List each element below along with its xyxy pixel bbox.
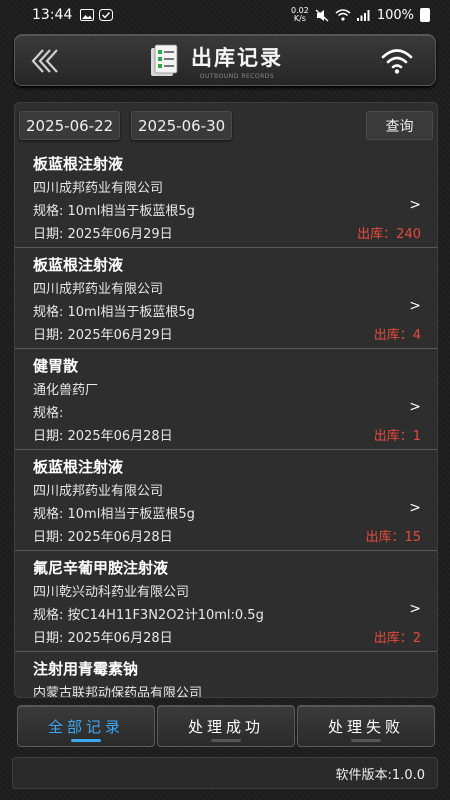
record-name: 氟尼辛葡甲胺注射液	[33, 559, 169, 577]
chevron-right-icon: >	[409, 601, 421, 617]
tab-failed[interactable]: 处理失败	[297, 705, 435, 747]
record-item[interactable]: 板蓝根注射液 四川成邦药业有限公司 规格: 10ml相当于板蓝根5g > 日期:…	[15, 450, 437, 551]
battery-icon	[420, 8, 430, 22]
record-item[interactable]: 板蓝根注射液 四川成邦药业有限公司 规格: 10ml相当于板蓝根5g > 日期:…	[15, 147, 437, 248]
record-company: 四川成邦药业有限公司	[33, 181, 164, 196]
page-title: 出库记录	[191, 46, 283, 70]
status-right: 0.02 K/s 100%	[291, 7, 430, 23]
records-panel: 2025-06-22 2025-06-30 查询 板蓝根注射液 四川成邦药业有限…	[14, 102, 438, 698]
tab-indicator	[351, 739, 381, 742]
tab-active-indicator	[71, 739, 101, 742]
title-text: 出库记录 OUTBOUND RECORDS	[191, 42, 283, 80]
page-subtitle: OUTBOUND RECORDS	[199, 73, 275, 80]
record-outbound-qty: 出库：4	[373, 328, 421, 343]
record-spec: 规格: 10ml相当于板蓝根5g	[33, 305, 195, 320]
query-button[interactable]: 查询	[366, 111, 433, 140]
record-company: 四川成邦药业有限公司	[33, 484, 164, 499]
record-company: 内蒙古联邦动保药品有限公司	[33, 686, 203, 698]
record-date: 日期: 2025年06月28日	[33, 429, 173, 444]
signal-icon	[356, 10, 370, 21]
record-sheet-icon	[151, 44, 178, 76]
double-chevron-left-icon	[31, 49, 58, 73]
record-item[interactable]: 板蓝根注射液 四川成邦药业有限公司 规格: 10ml相当于板蓝根5g > 日期:…	[15, 248, 437, 349]
version-footer: 软件版本:1.0.0	[12, 757, 438, 789]
end-date-picker[interactable]: 2025-06-30	[131, 111, 233, 140]
record-date: 日期: 2025年06月29日	[33, 227, 173, 242]
status-notification-icons	[80, 9, 114, 21]
record-name: 健胃散	[33, 357, 79, 375]
record-spec: 规格: 10ml相当于板蓝根5g	[33, 507, 195, 522]
status-bar: 13:44 0.02 K/s 100%	[0, 0, 450, 30]
record-outbound-qty: 出库：1	[373, 429, 421, 444]
record-date: 日期: 2025年06月28日	[33, 631, 173, 646]
chevron-right-icon: >	[409, 298, 421, 314]
image-icon	[80, 9, 95, 21]
record-outbound-qty: 出库：2	[373, 631, 421, 646]
back-button[interactable]	[29, 47, 59, 75]
net-speed-unit: K/s	[293, 14, 306, 23]
battery-percent: 100%	[376, 7, 414, 23]
record-item[interactable]: 氟尼辛葡甲胺注射液 四川乾兴动科药业有限公司 规格: 按C14H11F3N2O2…	[15, 551, 437, 652]
record-filter-tabs: 全部记录 处理成功 处理失败	[17, 705, 435, 747]
tab-label: 处理成功	[187, 717, 264, 736]
record-date: 日期: 2025年06月29日	[33, 328, 173, 343]
mute-icon	[315, 8, 329, 22]
wifi-status-icon	[335, 9, 351, 21]
record-company: 四川乾兴动科药业有限公司	[33, 585, 190, 600]
status-time: 13:44	[32, 7, 73, 23]
wifi-button[interactable]	[381, 47, 413, 75]
record-date: 日期: 2025年06月28日	[33, 530, 173, 545]
net-speed: 0.02 K/s	[291, 7, 309, 23]
tab-label: 处理失败	[327, 717, 404, 736]
app-page: 13:44 0.02 K/s 100% 出库记录 OUTBOUND RECORD…	[0, 0, 450, 800]
record-spec: 规格: 10ml相当于板蓝根5g	[33, 204, 195, 219]
tab-success[interactable]: 处理成功	[157, 705, 295, 747]
record-outbound-qty: 出库：240	[357, 227, 421, 242]
record-item[interactable]: 健胃散 通化兽药厂 规格: > 日期: 2025年06月28日 出库：1	[15, 349, 437, 450]
record-name: 注射用青霉素钠	[33, 660, 139, 678]
tab-all-records[interactable]: 全部记录	[17, 705, 155, 747]
record-name: 板蓝根注射液	[33, 458, 124, 476]
record-company: 四川成邦药业有限公司	[33, 282, 164, 297]
record-company: 通化兽药厂	[33, 383, 99, 398]
record-spec: 规格: 按C14H11F3N2O2计10ml:0.5g	[33, 608, 264, 623]
record-spec: 规格:	[33, 406, 64, 421]
records-list: 板蓝根注射液 四川成邦药业有限公司 规格: 10ml相当于板蓝根5g > 日期:…	[15, 147, 437, 698]
wifi-icon	[381, 49, 413, 74]
title-group: 出库记录 OUTBOUND RECORDS	[149, 39, 319, 83]
app-header: 出库记录 OUTBOUND RECORDS	[14, 34, 436, 86]
start-date-picker[interactable]: 2025-06-22	[19, 111, 121, 140]
tab-indicator	[211, 739, 241, 742]
record-outbound-qty: 出库：15	[365, 530, 421, 545]
date-filter-bar: 2025-06-22 2025-06-30 查询	[15, 103, 437, 143]
record-name: 板蓝根注射液	[33, 256, 124, 274]
chevron-right-icon: >	[409, 399, 421, 415]
version-label: 软件版本:1.0.0	[335, 767, 425, 783]
chevron-right-icon: >	[409, 500, 421, 516]
record-name: 板蓝根注射液	[33, 155, 124, 173]
chevron-right-icon: >	[409, 197, 421, 213]
tab-label: 全部记录	[47, 717, 124, 736]
check-badge-icon	[99, 9, 114, 21]
record-item[interactable]: 注射用青霉素钠 内蒙古联邦动保药品有限公司	[15, 652, 437, 698]
